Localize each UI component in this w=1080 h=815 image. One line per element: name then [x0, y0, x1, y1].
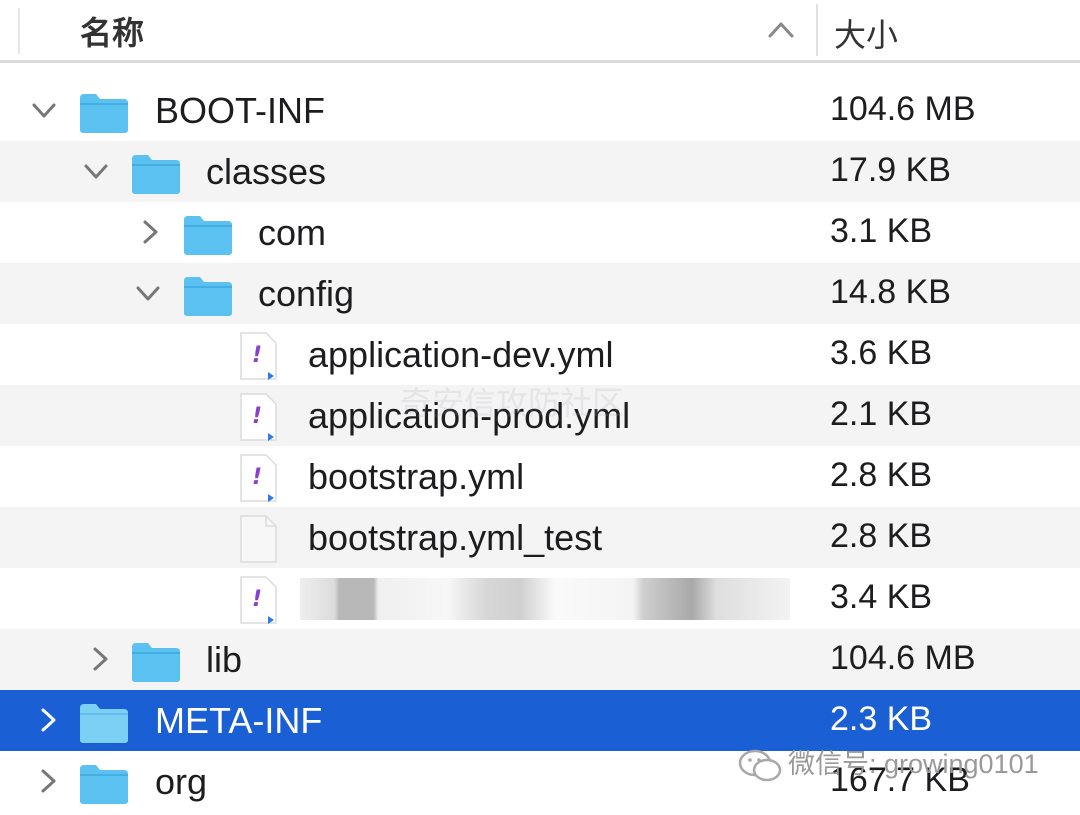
folder-icon	[132, 643, 180, 682]
column-divider[interactable]	[816, 4, 818, 56]
file-size: 2.8 KB	[830, 456, 933, 494]
file-name: com	[258, 212, 327, 253]
name-column-header[interactable]: 名称	[80, 8, 144, 54]
chevron-right-icon[interactable]	[86, 643, 114, 675]
document-icon	[240, 515, 277, 563]
svg-text:!: !	[252, 404, 262, 429]
folder-icon	[80, 94, 128, 133]
file-name: bootstrap.yml	[308, 456, 525, 497]
file-size: 14.8 KB	[830, 273, 951, 311]
community-watermark: 奇安信攻防社区	[400, 385, 625, 421]
list-item-classes[interactable]: classes 17.9 KB	[0, 141, 1080, 202]
file-size: 2.1 KB	[830, 395, 933, 433]
folder-icon	[80, 765, 128, 804]
wechat-id-text: 微信号: growing0101	[788, 749, 1039, 779]
svg-text:!: !	[252, 465, 262, 490]
file-size: 3.1 KB	[830, 212, 933, 250]
list-item-redacted[interactable]: ! 3.4 KB	[0, 568, 1080, 629]
size-column-header[interactable]: 大小	[834, 10, 898, 56]
file-name: config	[258, 273, 355, 314]
file-name: classes	[206, 151, 327, 192]
svg-text:!: !	[252, 587, 262, 612]
yaml-file-icon: !	[240, 332, 277, 380]
list-item-bootstrap-test[interactable]: bootstrap.yml_test 2.8 KB	[0, 507, 1080, 568]
file-name: application-dev.yml	[308, 334, 614, 375]
chevron-down-icon[interactable]	[82, 155, 110, 187]
file-size: 2.8 KB	[830, 517, 933, 555]
redacted-file-name	[300, 578, 790, 620]
list-item-lib[interactable]: lib 104.6 MB	[0, 629, 1080, 690]
file-name: lib	[206, 639, 243, 680]
yaml-file-icon: !	[240, 393, 277, 441]
list-item-boot-inf[interactable]: BOOT-INF 104.6 MB	[0, 80, 1080, 141]
wechat-watermark: 微信号: growing0101	[738, 742, 1039, 783]
chevron-right-icon[interactable]	[34, 704, 62, 736]
chevron-right-icon[interactable]	[136, 216, 164, 248]
chevron-right-icon[interactable]	[34, 765, 62, 797]
file-size: 2.3 KB	[830, 700, 933, 738]
chevron-down-icon[interactable]	[30, 94, 58, 126]
wechat-icon	[738, 749, 782, 782]
file-size: 3.4 KB	[830, 578, 933, 616]
list-item-config[interactable]: config 14.8 KB	[0, 263, 1080, 324]
column-header: 名称 大小	[0, 0, 1080, 63]
file-size: 3.6 KB	[830, 334, 933, 372]
chevron-down-icon[interactable]	[134, 277, 162, 309]
file-name: bootstrap.yml_test	[308, 517, 603, 558]
list-item-com[interactable]: com 3.1 KB	[0, 202, 1080, 263]
file-size: 104.6 MB	[830, 90, 976, 128]
list-item-application-dev[interactable]: ! application-dev.yml 3.6 KB	[0, 324, 1080, 385]
yaml-file-icon: !	[240, 454, 277, 502]
folder-icon	[184, 277, 232, 316]
folder-icon	[132, 155, 180, 194]
folder-icon	[80, 704, 128, 743]
header-divider	[18, 8, 20, 54]
yaml-file-icon: !	[240, 576, 277, 624]
file-size: 17.9 KB	[830, 151, 951, 189]
list-item-bootstrap[interactable]: ! bootstrap.yml 2.8 KB	[0, 446, 1080, 507]
file-size: 104.6 MB	[830, 639, 976, 677]
file-name: org	[155, 761, 208, 802]
folder-icon	[184, 216, 232, 255]
file-name: BOOT-INF	[155, 90, 325, 131]
chevron-up-icon[interactable]	[766, 18, 796, 42]
file-name: META-INF	[155, 700, 323, 741]
svg-text:!: !	[252, 343, 262, 368]
